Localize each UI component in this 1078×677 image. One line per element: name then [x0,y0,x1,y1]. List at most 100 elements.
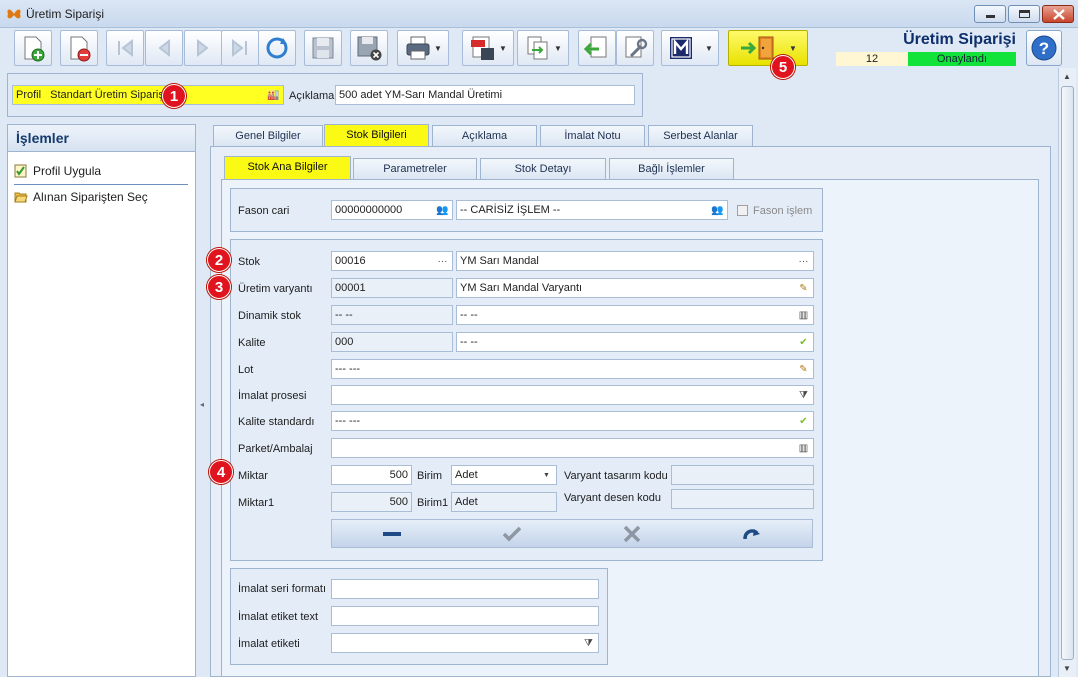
next-record-button[interactable] [184,30,222,66]
confirm-button[interactable] [452,520,572,547]
redo-button[interactable] [692,520,812,547]
quality-name-input[interactable]: -- -- ✔ [456,332,814,352]
exit-button[interactable]: ▼ [728,30,808,66]
operations-sidebar: İşlemler Profil Uygula Alınan Siparişten… [7,124,196,677]
barcode-icon[interactable]: ▥ [797,309,810,322]
profile-field[interactable]: Profil Standart Üretim Siparişi 🏭 [12,85,284,105]
print-button[interactable]: ▼ [397,30,449,66]
variant-design-input[interactable] [671,465,814,485]
dynamic-stock-name: -- -- [460,309,478,321]
production-label-input[interactable]: ⧩ [331,633,599,653]
variant-name-input[interactable]: YM Sarı Mandal Varyantı ✎ [456,278,814,298]
minimize-button[interactable] [974,5,1006,23]
scroll-down-icon[interactable]: ▼ [1063,664,1071,673]
process-input[interactable]: ⧩ [331,385,814,405]
filter-icon[interactable]: ⧩ [797,389,810,402]
stock-name-input[interactable]: YM Sarı Mandal ··· [456,251,814,271]
stock-code-input[interactable]: 00016 ··· [331,251,453,271]
subcontractor-code-input[interactable]: 00000000000 👥 [331,200,453,220]
refresh-button[interactable] [258,30,296,66]
callout-5: 5 [771,55,795,79]
unit-select[interactable]: Adet ▼ [451,465,557,485]
last-record-button[interactable] [221,30,259,66]
tab-free-fields[interactable]: Serbest Alanlar [648,125,753,147]
package-input[interactable]: ▥ [331,438,814,458]
people-icon[interactable]: 👥 [436,204,449,217]
subtab-linked-operations[interactable]: Bağlı İşlemler [609,158,734,180]
settings-tools-button[interactable] [616,30,654,66]
scrollbar-thumb[interactable] [1061,86,1074,660]
quantity-label: Miktar [238,470,268,482]
sidebar-item-profile-apply[interactable]: Profil Uygula [14,164,101,178]
module-button[interactable]: ▼ [661,30,719,66]
lot-value: --- --- [335,363,361,375]
import-button[interactable] [578,30,616,66]
variant-pattern-input[interactable] [671,489,814,509]
chevron-down-icon[interactable]: ▼ [540,469,553,482]
tab-description[interactable]: Açıklama [432,125,537,147]
variant-label: Üretim varyantı [238,283,313,295]
double-check-icon[interactable]: ✔ [797,336,810,349]
subcontractor-name-input[interactable]: -- CARİSİZ İŞLEM -- 👥 [456,200,728,220]
new-record-button[interactable] [14,30,52,66]
description-input[interactable]: 500 adet YM-Sarı Mandal Üretimi [335,85,635,105]
first-record-button[interactable] [106,30,144,66]
quantity-input[interactable]: 500 [331,465,412,485]
label-text-input[interactable] [331,606,599,626]
splitter-handle[interactable]: ◂ [198,124,208,677]
subtab-stock-main[interactable]: Stok Ana Bilgiler [224,156,351,179]
cancel-button[interactable] [572,520,692,547]
new-document-icon [24,36,45,62]
barcode-icon[interactable]: ▥ [797,442,810,455]
dropdown-arrow-icon: ▼ [499,43,507,53]
delete-record-button[interactable] [60,30,98,66]
unit1-label: Birim1 [417,497,449,509]
callout-1: 1 [162,84,186,108]
save-button[interactable] [304,30,342,66]
maximize-button[interactable] [1008,5,1040,23]
quality-code-input[interactable]: 000 [331,332,453,352]
variant-code-input[interactable]: 00001 [331,278,453,298]
quality-label: Kalite [238,337,266,349]
subcontract-label: Fason işlem [753,205,813,217]
subcontractor-name: -- CARİSİZ İŞLEM -- [460,204,561,216]
previous-record-button[interactable] [145,30,183,66]
factory-icon[interactable]: 🏭 [267,89,280,102]
save-close-button[interactable] [350,30,388,66]
filter-icon[interactable]: ⧩ [582,637,595,650]
eraser-icon[interactable]: ✎ [797,363,810,376]
description-label: Açıklama [289,90,335,102]
unit1-input[interactable]: Adet [451,492,557,512]
dynamic-stock-name-input[interactable]: -- -- ▥ [456,305,814,325]
tab-general[interactable]: Genel Bilgiler [213,125,323,147]
vertical-scrollbar[interactable]: ▲ ▼ [1058,68,1076,677]
subcontract-checkbox[interactable] [737,205,748,216]
tab-stock-info[interactable]: Stok Bilgileri [324,124,429,147]
quality-standard-input[interactable]: --- --- ✔ [331,411,814,431]
ellipsis-icon[interactable]: ··· [797,255,810,268]
dynamic-stock-code-input[interactable]: -- -- [331,305,453,325]
subtab-stock-detail[interactable]: Stok Detayı [480,158,606,180]
lot-input[interactable]: --- --- ✎ [331,359,814,379]
scroll-up-icon[interactable]: ▲ [1063,72,1071,81]
export-pdf-button[interactable]: ▼ [462,30,514,66]
sidebar-item-select-from-order[interactable]: Alınan Siparişten Seç [14,190,148,204]
import-document-icon [583,36,607,58]
subcontractor-label: Fason cari [238,205,290,217]
lot-label: Lot [238,364,254,376]
redo-icon [743,528,760,539]
eraser-icon[interactable]: ✎ [797,282,810,295]
serial-format-input[interactable] [331,579,599,599]
people-icon[interactable]: 👥 [711,204,724,217]
copy-transfer-button[interactable]: ▼ [517,30,569,66]
callout-2: 2 [207,248,231,272]
close-button[interactable] [1042,5,1074,23]
quantity1-input[interactable]: 500 [331,492,412,512]
help-button[interactable]: ? [1026,30,1062,66]
remove-button[interactable] [332,520,452,547]
ellipsis-icon[interactable]: ··· [436,255,449,268]
minimize-icon [986,15,995,18]
tab-production-note[interactable]: İmalat Notu [540,125,645,147]
double-check-icon[interactable]: ✔ [797,415,810,428]
subtab-parameters[interactable]: Parametreler [353,158,477,180]
